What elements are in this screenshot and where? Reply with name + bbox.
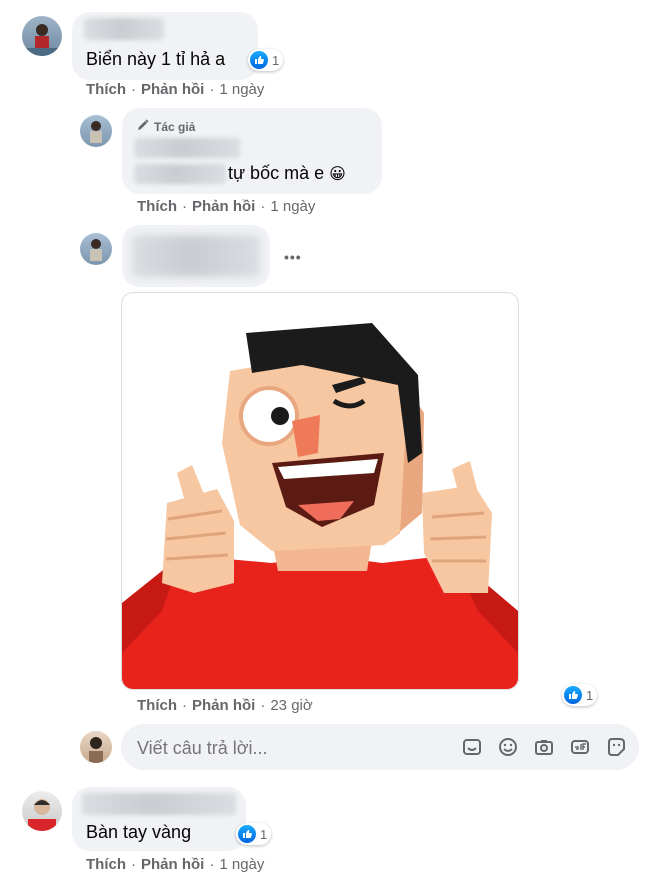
reply-button[interactable]: Phản hồi	[141, 81, 204, 98]
reply-text-redacted	[134, 164, 226, 184]
reply-button[interactable]: Phản hồi	[192, 198, 255, 215]
emoji-icon[interactable]	[497, 736, 519, 758]
reply-button[interactable]: Phản hồi	[141, 856, 204, 873]
comment-text: Biển này 1 tỉ hả a	[86, 49, 226, 69]
like-icon	[250, 51, 268, 69]
like-icon	[564, 686, 582, 704]
timestamp[interactable]: 1 ngày	[219, 81, 264, 98]
author-badge-label: Tác giả	[154, 119, 196, 134]
like-button[interactable]: Thích	[137, 198, 177, 215]
comment-actions: Thích · Phản hồi · 1 ngày	[86, 856, 264, 873]
separator: ·	[209, 81, 215, 98]
comment-actions: Thích · Phản hồi · 1 ngày	[86, 81, 264, 98]
separator: ·	[182, 198, 187, 215]
pencil-icon	[136, 118, 150, 135]
commenter-avatar[interactable]	[22, 791, 62, 831]
reply-actions: Thích · Phản hồi · 1 ngày	[137, 198, 315, 215]
reply-tools	[461, 736, 627, 758]
reply-actions: Thích · Phản hồi · 23 giờ	[137, 697, 313, 714]
commenter-avatar[interactable]	[22, 16, 62, 56]
like-button[interactable]: Thích	[86, 856, 126, 873]
like-button[interactable]: Thích	[137, 697, 177, 714]
more-options-button[interactable]: •••	[284, 249, 302, 265]
commenter-name-redacted[interactable]	[132, 235, 260, 277]
reply-button[interactable]: Phản hồi	[192, 697, 255, 714]
reply-input-box[interactable]	[121, 724, 639, 770]
reaction-count: 1	[260, 826, 268, 842]
comment-bubble: Bàn tay vàng	[72, 787, 246, 851]
reply-bubble	[122, 225, 270, 287]
camera-icon[interactable]	[533, 736, 555, 758]
separator: ·	[131, 81, 136, 98]
sticker-image[interactable]	[121, 292, 519, 690]
reaction-summary[interactable]: 1	[562, 684, 598, 706]
timestamp[interactable]: 23 giờ	[270, 697, 312, 714]
grinning-emoji: 😀	[329, 166, 346, 183]
sticker-icon[interactable]	[461, 736, 483, 758]
separator: ·	[131, 856, 136, 873]
reply-text: tự bốc mà e 😀	[228, 162, 346, 186]
comment-bubble: Biển này 1 tỉ hả a	[72, 12, 258, 80]
timestamp[interactable]: 1 ngày	[219, 856, 264, 873]
current-user-avatar[interactable]	[80, 731, 112, 763]
commenter-avatar[interactable]	[80, 233, 112, 265]
reaction-summary[interactable]: 1	[236, 823, 272, 845]
reaction-summary[interactable]: 1	[248, 49, 284, 71]
reply-bubble: Tác giả tự bốc mà e 😀	[122, 108, 382, 194]
like-button[interactable]: Thích	[86, 81, 126, 98]
separator: ·	[182, 697, 187, 714]
timestamp[interactable]: 1 ngày	[270, 198, 315, 215]
comment-text: Bàn tay vàng	[86, 822, 192, 842]
separator: ·	[260, 198, 266, 215]
gif-icon[interactable]	[569, 736, 591, 758]
reaction-count: 1	[272, 52, 280, 68]
commenter-name-redacted[interactable]	[82, 793, 236, 815]
separator: ·	[260, 697, 266, 714]
like-icon	[238, 825, 256, 843]
separator: ·	[209, 856, 215, 873]
avatar-sticker-icon[interactable]	[605, 736, 627, 758]
author-avatar[interactable]	[80, 115, 112, 147]
reply-text-content: tự bốc mà e	[228, 163, 325, 183]
reaction-count: 1	[586, 687, 594, 703]
reply-input[interactable]	[135, 734, 439, 762]
author-badge: Tác giả	[136, 118, 195, 135]
author-name-redacted[interactable]	[134, 138, 240, 158]
commenter-name-redacted[interactable]	[84, 18, 164, 40]
